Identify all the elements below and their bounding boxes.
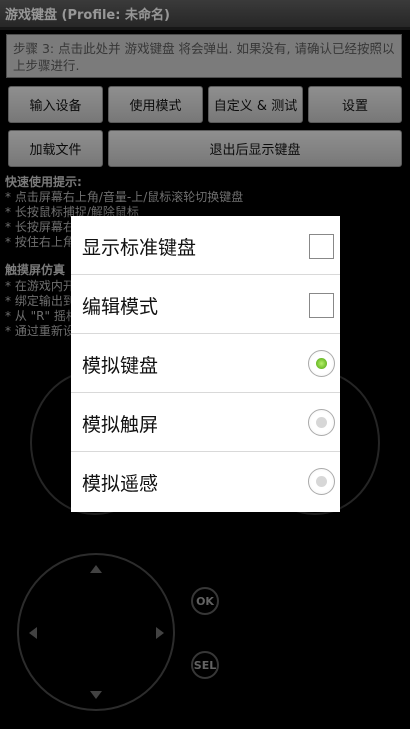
menu-item-label: 模拟遥感 xyxy=(82,473,159,495)
radio-unselected-icon[interactable] xyxy=(308,468,335,495)
menu-item-emulate-touchscreen[interactable]: 模拟触屏 xyxy=(71,393,340,452)
menu-item-show-standard-keyboard[interactable]: 显示标准键盘 xyxy=(71,216,340,275)
options-popup-menu: 显示标准键盘 编辑模式 模拟键盘 模拟触屏 模拟遥感 xyxy=(71,216,340,512)
menu-item-label: 模拟键盘 xyxy=(82,355,159,377)
radio-selected-icon[interactable] xyxy=(308,350,335,377)
menu-item-label: 编辑模式 xyxy=(82,296,159,318)
menu-item-edit-mode[interactable]: 编辑模式 xyxy=(71,275,340,334)
checkbox-unchecked-icon[interactable] xyxy=(309,234,334,259)
menu-item-label: 模拟触屏 xyxy=(82,414,159,436)
menu-item-emulate-keyboard[interactable]: 模拟键盘 xyxy=(71,334,340,393)
radio-unselected-icon[interactable] xyxy=(308,409,335,436)
menu-item-emulate-joystick[interactable]: 模拟遥感 xyxy=(71,452,340,511)
checkbox-unchecked-icon[interactable] xyxy=(309,293,334,318)
menu-item-label: 显示标准键盘 xyxy=(82,237,197,259)
